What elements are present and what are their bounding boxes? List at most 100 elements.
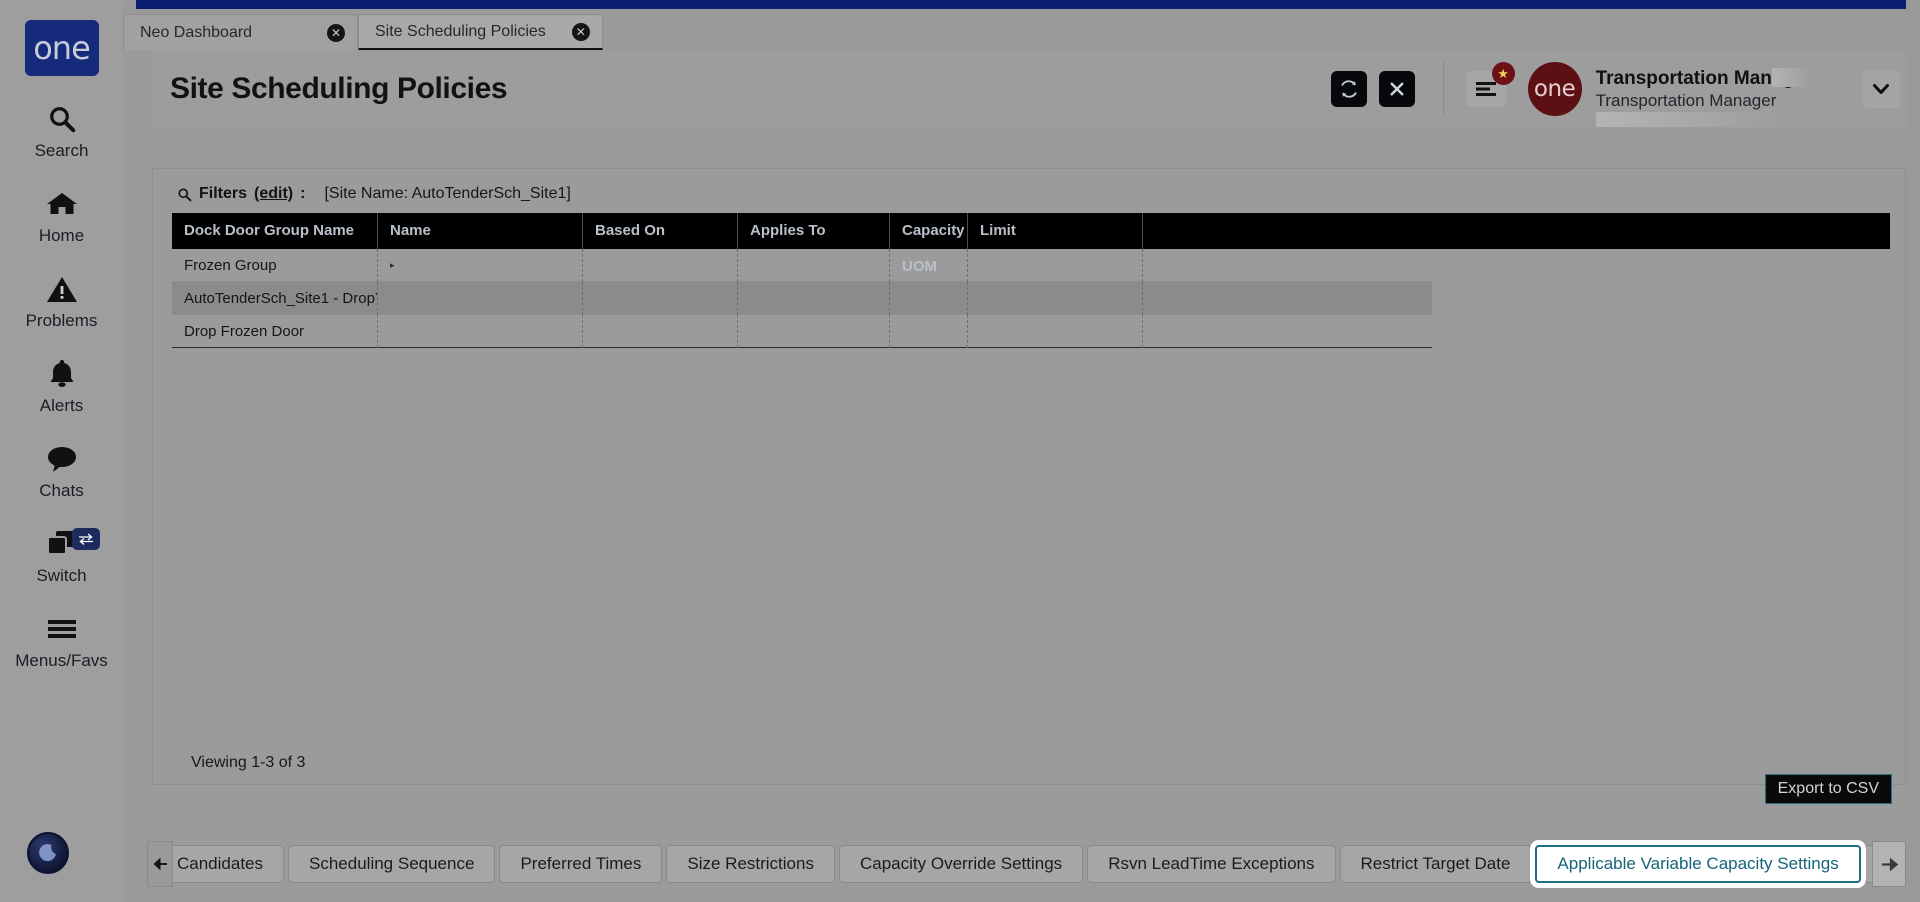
header-divider (1442, 61, 1444, 117)
column-header-capacity-uom[interactable]: Capacity UOM (889, 213, 967, 275)
refresh-button[interactable] (1330, 71, 1367, 107)
bottom-tab-applicable-variable-capacity-settings[interactable]: Applicable Variable Capacity Settings (1535, 845, 1861, 883)
cell-capacity-uom (889, 281, 967, 315)
bottom-tab-restrict-target-date[interactable]: Restrict Target Date (1339, 845, 1532, 883)
brand-logo-text: one (33, 29, 91, 67)
close-page-button[interactable] (1378, 71, 1415, 107)
bottom-tab-label: Applicable Variable Capacity Settings (1557, 854, 1839, 873)
cell-dock-door-group-name: Drop Frozen Door (184, 322, 305, 340)
sidebar-item-label: Switch (36, 566, 87, 585)
sidebar-item-home[interactable]: Home (0, 185, 123, 246)
cell-extra (1142, 314, 1432, 348)
sidebar-item-label: Search (34, 141, 89, 160)
column-header-name[interactable]: Name (377, 213, 582, 249)
left-sidebar: one Search Home Problems Alerts Chats Sw… (0, 0, 123, 902)
tabs-scroll-right-button[interactable] (1872, 841, 1906, 887)
cell-based-on (582, 314, 737, 348)
close-icon[interactable]: ✕ (327, 23, 345, 42)
bottom-tab-rsvn-leadtime-exceptions[interactable]: Rsvn LeadTime Exceptions (1087, 845, 1336, 883)
bottom-tab-size-restrictions[interactable]: Size Restrictions (666, 845, 835, 883)
filters-colon: : (300, 185, 306, 202)
tooltip-text: Export to CSV (1777, 780, 1879, 797)
bottom-tab-capacity-override-settings[interactable]: Capacity Override Settings (838, 845, 1084, 883)
filters-edit-link[interactable]: (edit) (254, 185, 293, 203)
column-header-applies-to[interactable]: Applies To (737, 213, 889, 249)
close-icon[interactable]: ✕ (571, 22, 590, 41)
column-header-blank (1142, 213, 1890, 249)
user-menu-dropdown-button[interactable] (1862, 70, 1900, 108)
cell-applies-to (737, 248, 889, 282)
cell-limit (967, 248, 1142, 282)
user-role: Transportation Manager (1595, 90, 1777, 110)
page-title: Site Scheduling Policies (170, 72, 508, 105)
bottom-tabs-list: Candidates Scheduling Sequence Preferred… (152, 845, 1920, 883)
swap-arrows-icon[interactable] (72, 528, 100, 550)
cell-based-on (582, 281, 737, 315)
redacted-text-block (1595, 111, 1782, 127)
list-menu-icon (1475, 82, 1496, 96)
avatar-text: one (1533, 76, 1576, 102)
filters-bar: Filters (edit) : [Site Name: AutoTenderS… (153, 169, 1905, 213)
browser-tab-label: Neo Dashboard (140, 23, 253, 41)
sidebar-item-label: Problems (25, 311, 98, 330)
chat-bubble-icon (46, 440, 78, 478)
browser-tab-label: Site Scheduling Policies (375, 22, 546, 40)
cell-based-on (582, 248, 737, 282)
table-row[interactable]: AutoTenderSch_Site1 - DropYard (172, 281, 1432, 315)
bottom-tab-label: Size Restrictions (687, 854, 814, 873)
browser-tab-site-scheduling-policies[interactable]: Site Scheduling Policies ✕ (358, 14, 603, 50)
close-icon (1390, 82, 1404, 96)
sidebar-item-label: Alerts (39, 396, 84, 415)
browser-tab-strip: Neo Dashboard ✕ Site Scheduling Policies… (123, 14, 603, 50)
assistant-orb-icon[interactable] (27, 832, 69, 874)
bottom-tab-scheduling-sequence[interactable]: Scheduling Sequence (288, 845, 496, 883)
favorites-menu-button[interactable]: ★ (1465, 62, 1515, 107)
bottom-tab-label: Scheduling Sequence (309, 854, 475, 873)
sidebar-item-label: Menus/Favs (15, 651, 108, 670)
cell-capacity-uom (889, 314, 967, 348)
redacted-text-block (1771, 67, 1812, 87)
bottom-tab-label: Restrict Target Date (1360, 854, 1511, 873)
sidebar-item-menus-favs[interactable]: Menus/Favs (0, 610, 123, 671)
table-row[interactable]: Frozen Group ▸ (172, 248, 1432, 282)
cell-dock-door-group-name: Frozen Group (184, 256, 277, 274)
cell-limit (967, 314, 1142, 348)
column-header-limit[interactable]: Limit (967, 213, 1142, 249)
sidebar-item-search[interactable]: Search (0, 100, 123, 161)
policies-grid: Dock Door Group Name Name Based On Appli… (172, 213, 1890, 348)
cell-capacity-uom (889, 248, 967, 282)
viewing-count: Viewing 1-3 of 3 (191, 754, 306, 771)
bottom-tab-preferred-times[interactable]: Preferred Times (499, 845, 663, 883)
arrow-left-icon (153, 858, 167, 870)
bottom-tab-bar: Export to CSV Candidates Scheduling Sequ… (147, 774, 1920, 902)
sidebar-item-switch[interactable]: Switch (0, 525, 123, 586)
brand-logo[interactable]: one (24, 20, 99, 76)
refresh-icon (1340, 80, 1357, 98)
cell-dock-door-group-name: AutoTenderSch_Site1 - DropYard (184, 289, 377, 307)
tabs-scroll-left-button[interactable] (147, 841, 173, 887)
column-header-dock-door-group-name[interactable]: Dock Door Group Name (172, 213, 377, 249)
right-gutter (1906, 0, 1920, 902)
sidebar-item-chats[interactable]: Chats (0, 440, 123, 501)
sidebar-item-alerts[interactable]: Alerts (0, 355, 123, 416)
sidebar-item-label: Home (38, 226, 85, 245)
star-badge: ★ (1491, 62, 1515, 85)
header-actions: ★ one Transportation Manager Transportat… (1319, 61, 1906, 127)
bottom-tab-label: Rsvn LeadTime Exceptions (1108, 854, 1315, 873)
bottom-tab-label: Candidates (177, 854, 264, 873)
hamburger-icon (46, 610, 78, 648)
table-row[interactable]: Drop Frozen Door (172, 314, 1432, 348)
arrow-right-icon (1881, 857, 1898, 871)
avatar[interactable]: one (1527, 62, 1582, 116)
cell-extra (1142, 248, 1432, 282)
sidebar-item-problems[interactable]: Problems (0, 270, 123, 331)
top-accent-strip (136, 0, 1920, 9)
column-header-based-on[interactable]: Based On (582, 213, 737, 249)
bottom-tab-label: Capacity Override Settings (859, 854, 1063, 873)
bottom-tab-label: Preferred Times (520, 854, 642, 873)
cell-limit (967, 281, 1142, 315)
browser-tab-neo-dashboard[interactable]: Neo Dashboard ✕ (123, 14, 358, 50)
home-icon (46, 185, 78, 223)
page-header: Site Scheduling Policies ★ one Transport… (152, 50, 1906, 128)
user-info: Transportation Manager Transportation Ma… (1595, 67, 1812, 127)
